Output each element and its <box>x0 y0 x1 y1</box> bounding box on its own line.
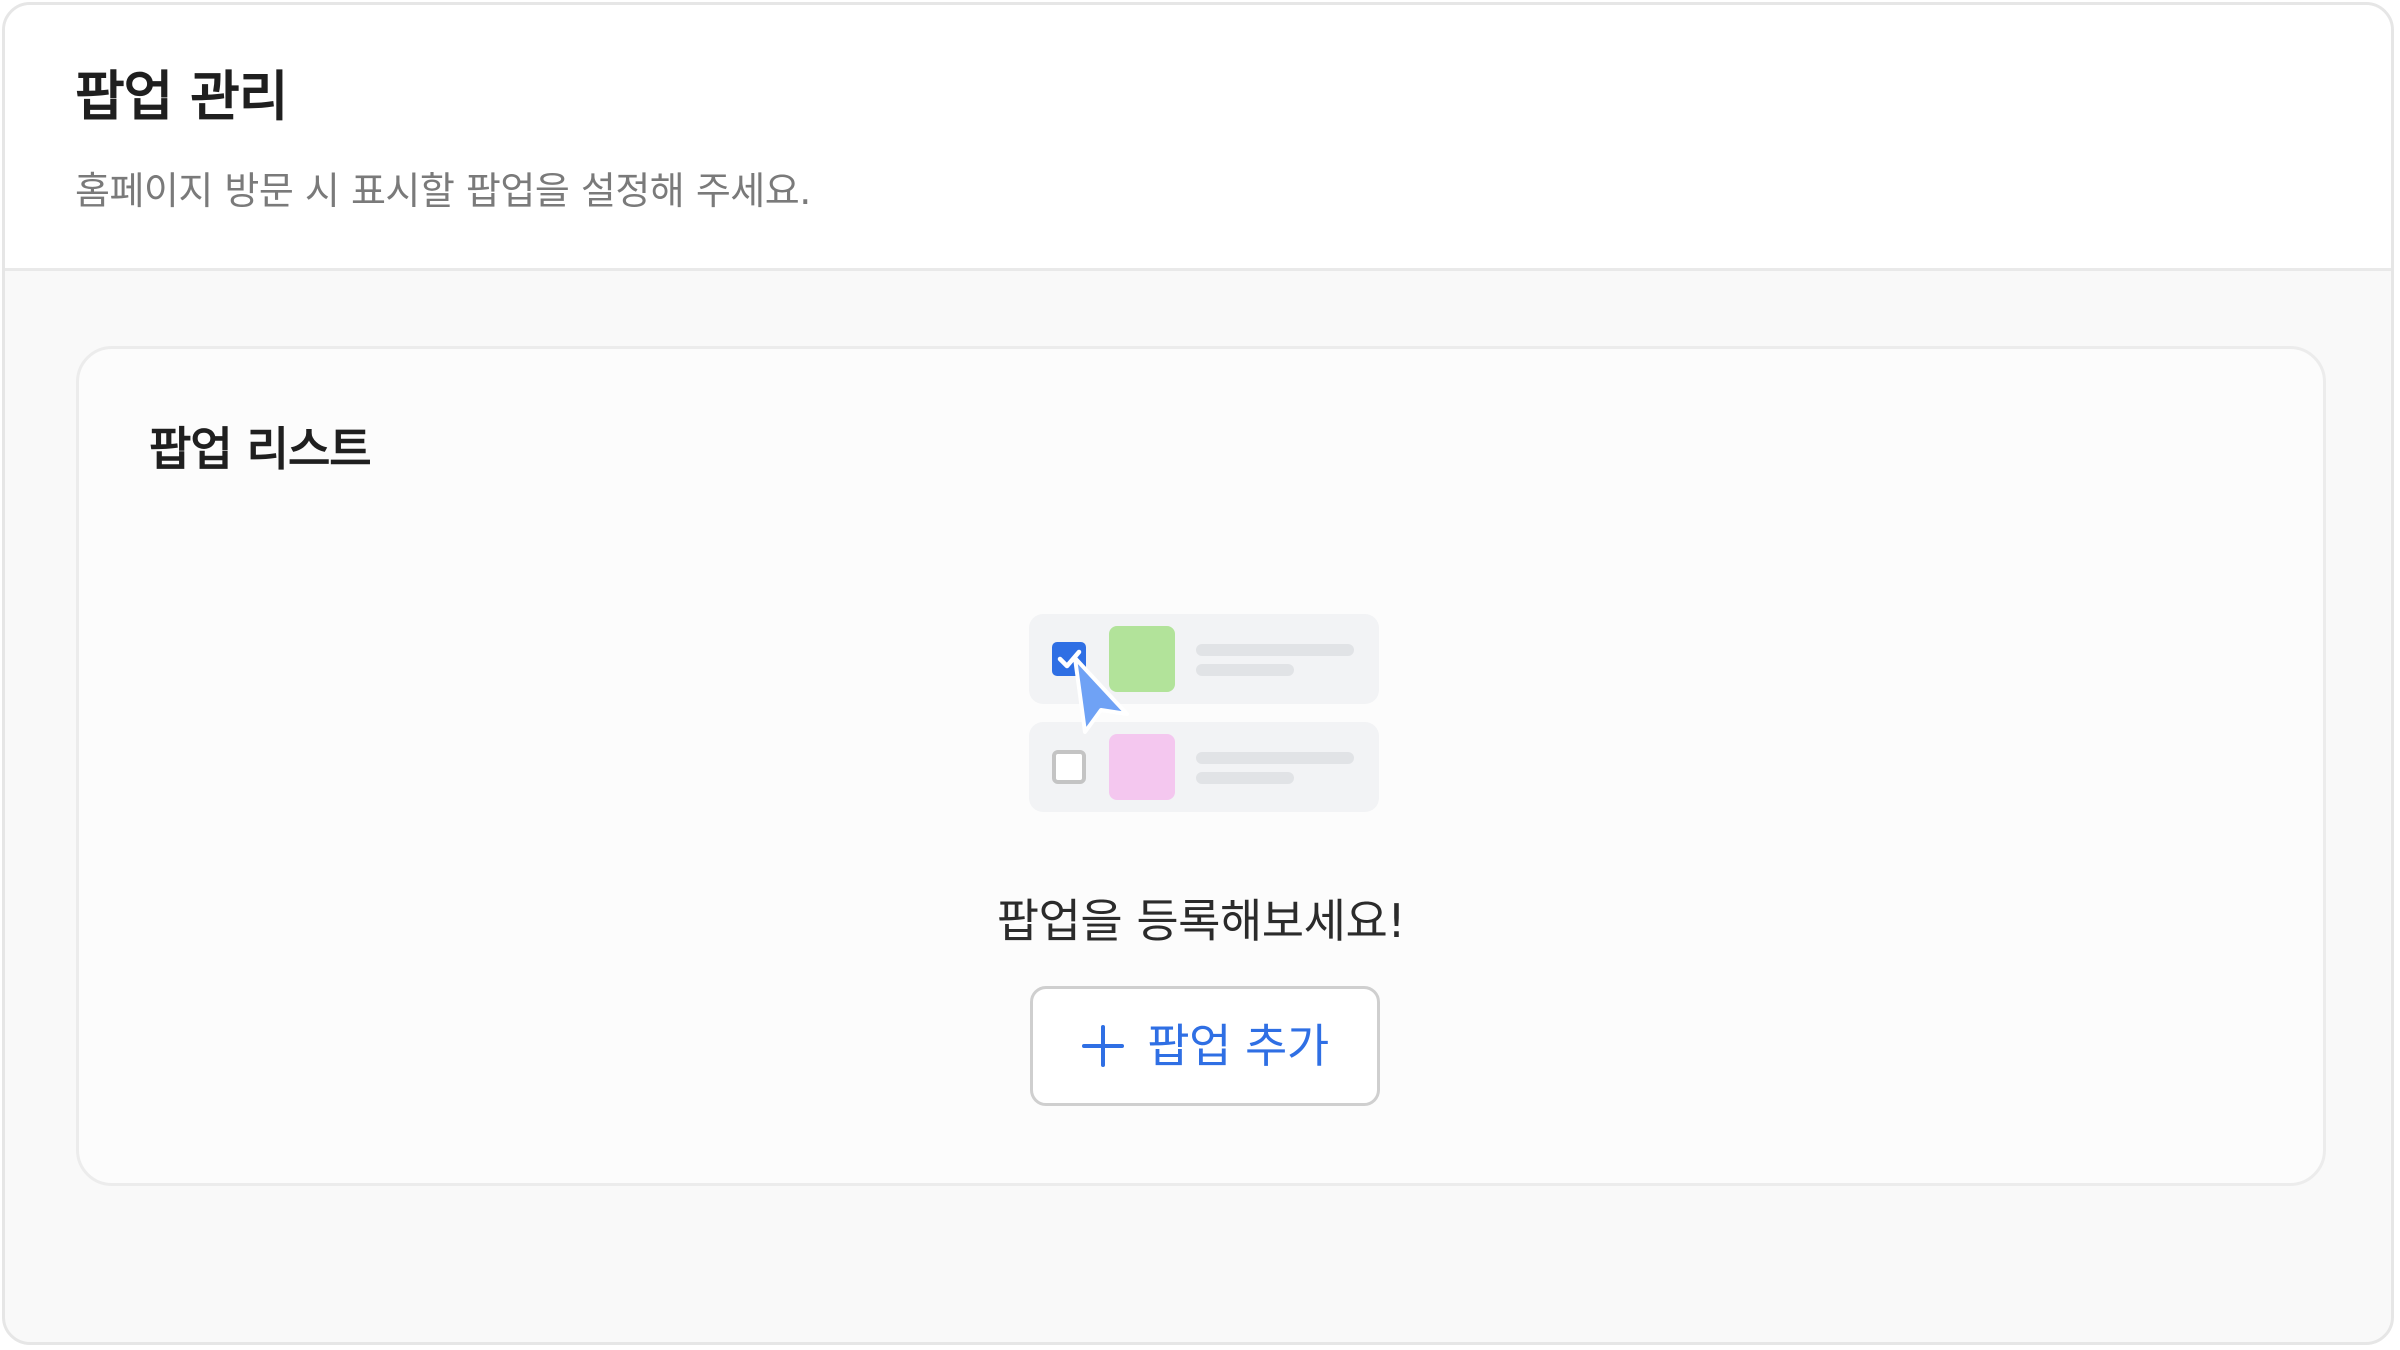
app-frame: 팝업 관리 홈페이지 방문 시 표시할 팝업을 설정해 주세요. 팝업 리스트 <box>2 2 2394 1345</box>
page-title: 팝업 관리 <box>75 65 289 128</box>
page-header: 팝업 관리 홈페이지 방문 시 표시할 팝업을 설정해 주세요. <box>5 5 2391 271</box>
checkbox-unchecked-icon <box>1052 750 1086 784</box>
add-popup-button[interactable]: 팝업 추가 <box>1030 986 1380 1106</box>
popup-list-card: 팝업 리스트 팝업을 등록해보세요! 팝업 추가 <box>76 346 2326 1186</box>
add-popup-button-label: 팝업 추가 <box>1147 1019 1329 1073</box>
page-subtitle: 홈페이지 방문 시 표시할 팝업을 설정해 주세요. <box>75 169 811 213</box>
empty-state-illustration <box>1029 614 1379 812</box>
illustration-swatch-pink <box>1109 734 1175 800</box>
plus-icon <box>1081 1024 1125 1068</box>
popup-list-title: 팝업 리스트 <box>149 422 372 476</box>
illustration-swatch-green <box>1109 626 1175 692</box>
empty-state-message: 팝업을 등록해보세요! <box>996 894 1406 948</box>
